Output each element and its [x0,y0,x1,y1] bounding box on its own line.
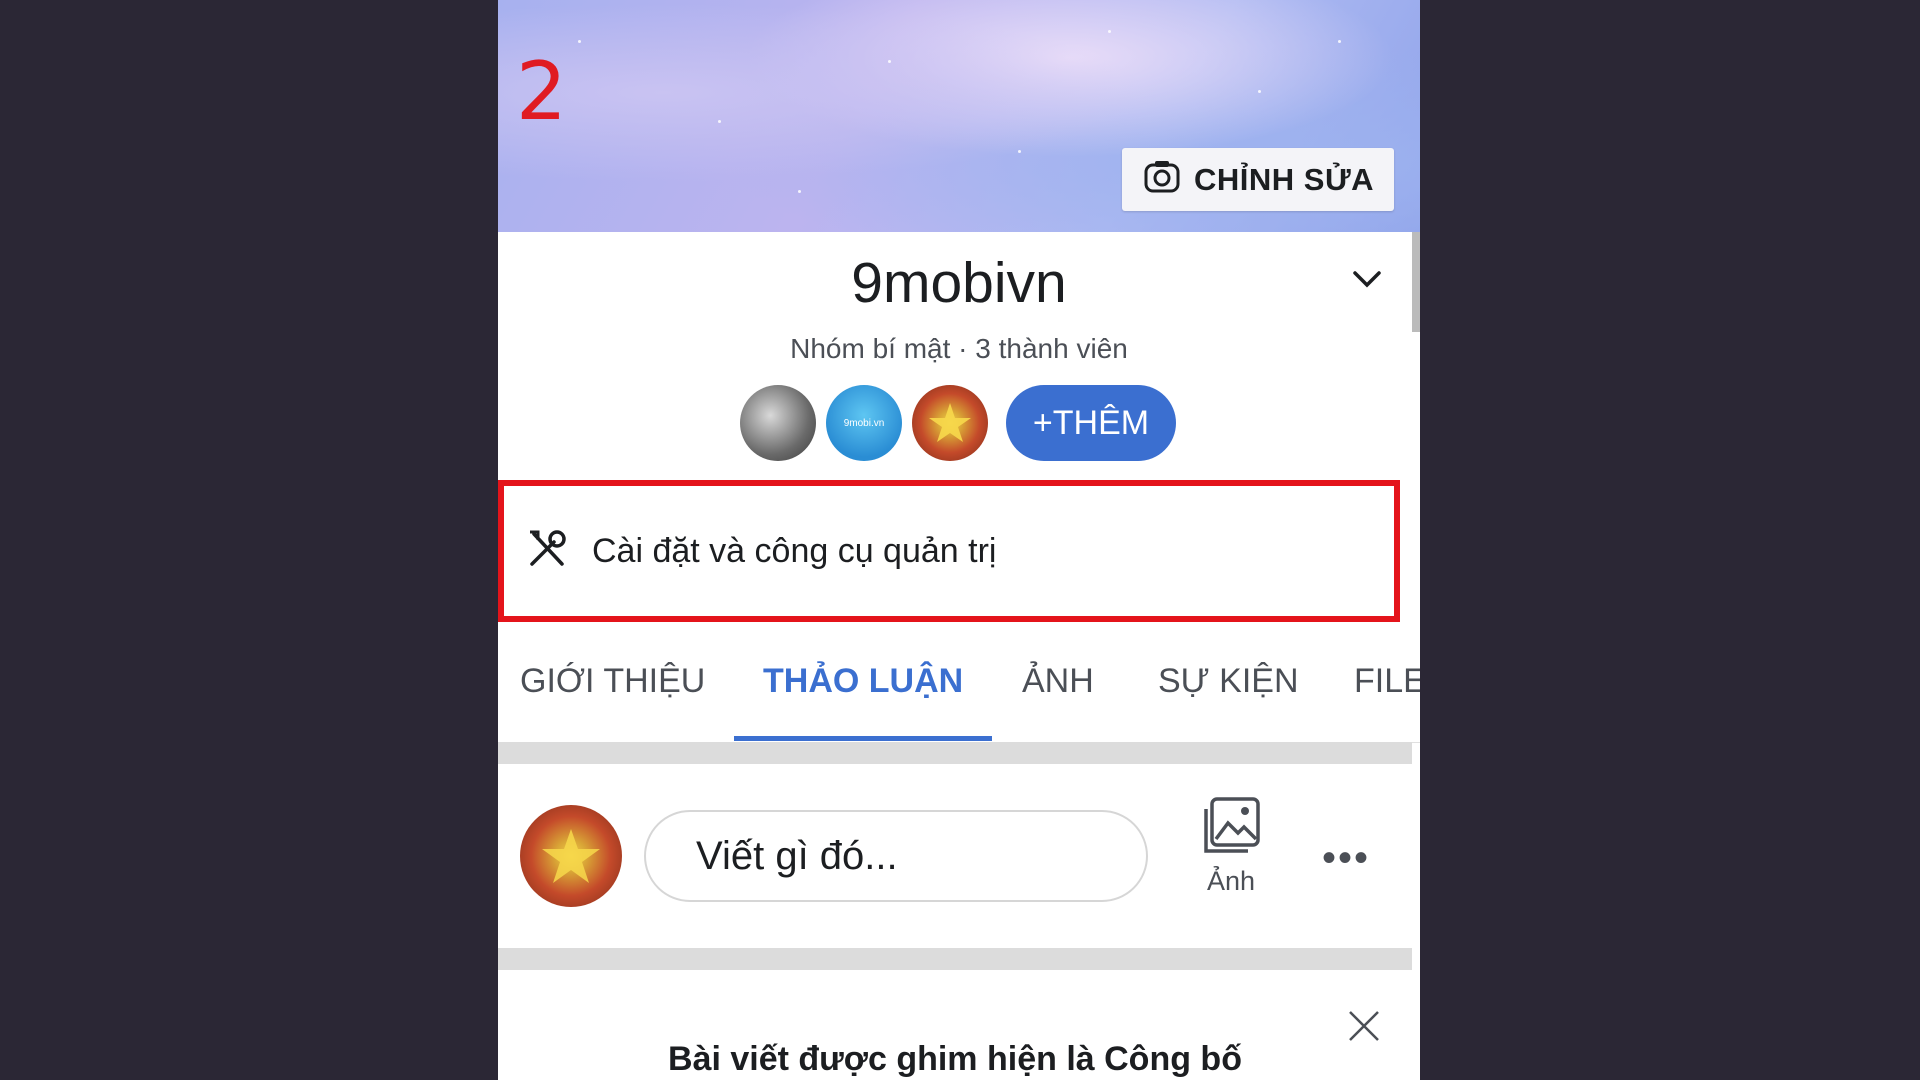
tab-events[interactable]: SỰ KIỆN [1158,662,1299,701]
edit-cover-button[interactable]: CHỈNH SỬA [1122,148,1394,211]
mobile-screen: 2 CHỈNH SỬA 9mobivn Nhóm bí mật · 3 thàn… [498,0,1420,1080]
add-members-button[interactable]: +THÊM [1006,385,1176,461]
active-tab-indicator [734,736,992,741]
pinned-post-title: Bài viết được ghim hiện là Công bố [668,1040,1242,1078]
cover-sparkle [1108,30,1111,33]
section-divider [498,742,1412,764]
section-divider [498,948,1412,970]
cover-sparkle [1018,150,1021,153]
more-icon[interactable]: ••• [1322,836,1370,881]
cover-sparkle [1338,40,1341,43]
tab-photos[interactable]: ẢNH [1022,662,1094,701]
admin-tools-label: Cài đặt và công cụ quản trị [592,531,997,570]
cover-sparkle [798,190,801,193]
cover-sparkle [1258,90,1261,93]
composer-input[interactable]: Viết gì đó... [644,810,1148,902]
member-avatar-text: 9mobi.vn [843,418,885,429]
photo-label: Ảnh [1206,866,1256,896]
star-icon [929,403,971,442]
composer-avatar[interactable] [520,805,622,907]
cover-sparkle [578,40,581,43]
star-icon [542,829,600,883]
add-members-label: +THÊM [1032,403,1150,442]
members-row: 9mobi.vn +THÊM [740,384,1176,462]
member-avatar[interactable]: 9mobi.vn [826,385,902,461]
step-annotation: 2 [516,45,567,138]
group-meta: Nhóm bí mật · 3 thành viên [790,333,1128,364]
photo-icon [1198,797,1264,861]
member-avatar[interactable] [912,385,988,461]
group-name: 9mobivn [851,251,1067,315]
tab-files[interactable]: FILE [1354,662,1420,701]
tabs-bar: GIỚI THIỆU THẢO LUẬN ẢNH SỰ KIỆN FILE [498,640,1420,743]
admin-tools-row[interactable]: Cài đặt và công cụ quản trị [498,480,1400,622]
camera-icon [1142,157,1182,202]
member-avatar[interactable] [740,385,816,461]
tab-about[interactable]: GIỚI THIỆU [520,662,705,701]
cover-photo: 2 CHỈNH SỬA [498,0,1420,232]
cover-sparkle [718,120,721,123]
edit-cover-label: CHỈNH SỬA [1194,161,1375,197]
tab-discussion[interactable]: THẢO LUẬN [763,662,963,701]
cover-sparkle [888,60,891,63]
photo-button[interactable]: Ảnh [1194,795,1268,897]
admin-tools-icon [524,526,570,577]
chevron-down-icon[interactable] [1350,266,1384,297]
